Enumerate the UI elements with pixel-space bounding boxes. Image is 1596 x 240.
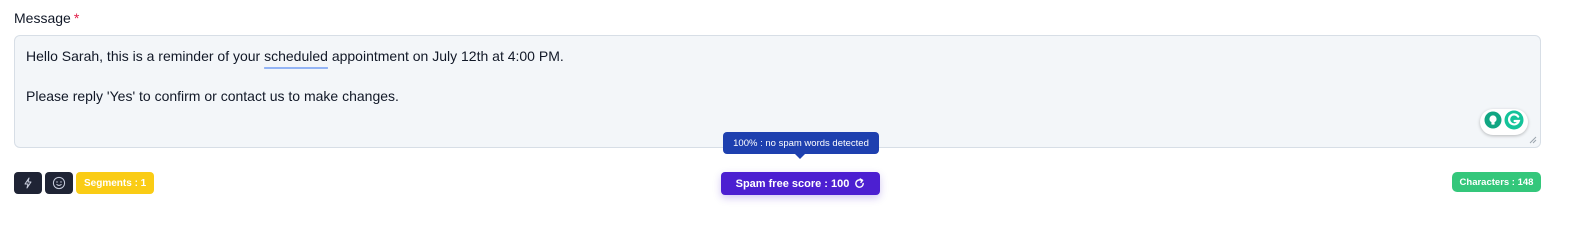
message-line-1-start: Hello Sarah, this is a reminder of your	[26, 48, 265, 64]
resize-handle-icon[interactable]	[1529, 136, 1537, 144]
message-label-text: Message	[14, 10, 71, 26]
refresh-icon[interactable]	[854, 178, 865, 189]
message-line-3: Please reply 'Yes' to confirm or contact…	[26, 88, 399, 104]
insert-emoji-button[interactable]	[45, 172, 73, 194]
lightbulb-icon[interactable]	[1484, 111, 1502, 134]
required-asterisk: *	[73, 10, 80, 26]
segments-badge: Segments : 1	[76, 172, 155, 194]
message-line-1-end: appointment on July 12th at 4:00 PM.	[327, 48, 564, 64]
grammarly-widget[interactable]	[1480, 109, 1528, 135]
message-text: Hello Sarah, this is a reminder of your …	[26, 46, 564, 106]
lightning-icon	[24, 177, 32, 189]
spam-score-button[interactable]: Spam free score : 100	[721, 172, 880, 195]
insert-shortcut-button[interactable]	[14, 172, 42, 194]
characters-count-badge: Characters : 148	[1452, 172, 1541, 192]
spellcheck-flagged-word[interactable]: scheduled	[264, 48, 328, 64]
message-label: Message *	[14, 10, 79, 26]
smiley-icon	[52, 176, 66, 190]
spam-score-tooltip: 100% : no spam words detected	[723, 132, 879, 159]
message-line-1: Hello Sarah, this is a reminder of your …	[26, 46, 564, 66]
spam-score-label: Spam free score : 100	[735, 177, 850, 190]
grammarly-icon[interactable]	[1504, 110, 1524, 135]
message-line-2	[26, 66, 564, 86]
